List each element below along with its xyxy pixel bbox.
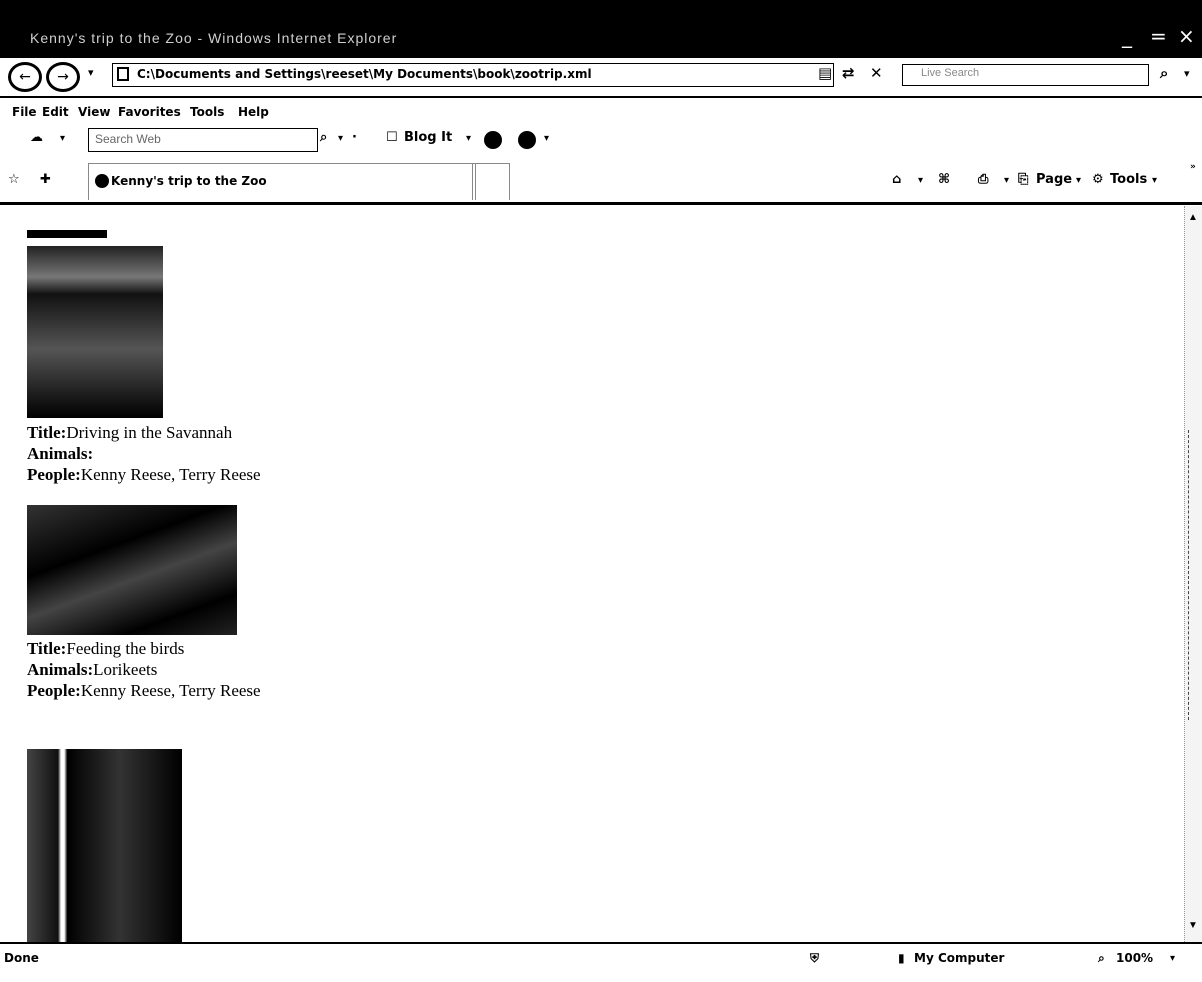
title-value: Feeding the birds (66, 639, 185, 658)
add-favorites-icon[interactable]: ✚ (40, 172, 51, 187)
back-button[interactable]: ← (8, 62, 42, 92)
page-icon: ⎘ (1018, 172, 1029, 187)
cropped-photo (27, 230, 107, 238)
search-options-icon[interactable]: ▾ (1184, 67, 1190, 80)
zoom-icon: ⌕ (1098, 951, 1105, 965)
entry-2: Title:Feeding the birds Animals:Lorikeet… (27, 638, 261, 701)
tab-kennys-trip[interactable]: Kenny's trip to the Zoo (88, 163, 476, 200)
scroll-down-icon[interactable]: ▼ (1188, 920, 1200, 932)
tools-gear-icon: ⚙ (1092, 172, 1104, 187)
web-search-placeholder: Search Web (95, 132, 161, 146)
entry-animals: Animals:Lorikeets (27, 659, 261, 680)
title-label: Title: (27, 639, 67, 658)
entry-1: Title:Driving in the Savannah Animals: P… (27, 422, 261, 485)
title-bar: Kenny's trip to the Zoo - Windows Intern… (0, 0, 1202, 58)
scrollbar-thumb[interactable] (1188, 430, 1202, 720)
page-menu-button[interactable]: Page (1036, 172, 1072, 187)
photo-feeding-birds (27, 505, 237, 635)
computer-zone-icon: ▮ (898, 951, 905, 965)
close-window-button[interactable]: × (1178, 24, 1195, 48)
entry-animals: Animals: (27, 443, 261, 464)
maximize-button[interactable]: = (1150, 24, 1167, 48)
print-icon[interactable]: ⎙ (978, 172, 988, 187)
history-dropdown-icon[interactable]: ▾ (88, 66, 94, 79)
menu-help[interactable]: Help (238, 105, 269, 119)
chevron-more-icon[interactable]: » (1190, 162, 1196, 172)
scroll-up-icon[interactable]: ▲ (1188, 212, 1200, 224)
back-arrow-icon: ← (19, 69, 31, 85)
print-dropdown-icon[interactable]: ▾ (1004, 175, 1009, 186)
tab-label: Kenny's trip to the Zoo (111, 174, 267, 188)
photo-driving-savannah (27, 246, 163, 418)
photo-entry-3 (27, 749, 182, 942)
live-search-placeholder: Live Search (921, 67, 980, 79)
menu-favorites[interactable]: Favorites (118, 105, 181, 119)
web-search-icon[interactable]: ⌕ (320, 130, 327, 145)
entry-title: Title:Driving in the Savannah (27, 422, 261, 443)
people-label: People: (27, 681, 81, 700)
tools-dropdown-icon[interactable]: ▾ (1152, 175, 1157, 186)
tab-page-icon (95, 174, 109, 188)
new-tab-button[interactable] (472, 163, 510, 200)
search-icon[interactable]: ⌕ (1160, 64, 1168, 82)
address-url: C:\Documents and Settings\reeset\My Docu… (137, 67, 592, 81)
blog-it-icon: ☐ (386, 130, 398, 145)
security-icon[interactable]: ⛨ (810, 951, 819, 966)
blog-it-button[interactable]: Blog It (404, 130, 452, 145)
toolbar-circle-icon[interactable] (484, 131, 502, 149)
tools-menu-button[interactable]: Tools (1110, 172, 1147, 187)
page-dropdown-icon[interactable]: ▾ (1076, 175, 1081, 186)
title-label: Title: (27, 423, 67, 442)
page-content: Title:Driving in the Savannah Animals: P… (0, 206, 1184, 942)
window-title: Kenny's trip to the Zoo - Windows Intern… (30, 30, 398, 46)
menu-tools[interactable]: Tools (190, 105, 224, 119)
people-label: People: (27, 465, 81, 484)
zone-text: My Computer (914, 951, 1005, 965)
favorites-center-icon[interactable]: ☆ (8, 172, 20, 187)
animals-value: Lorikeets (93, 660, 158, 679)
menu-file[interactable]: File (12, 105, 37, 119)
separator-icon: · (352, 130, 357, 145)
address-field[interactable]: C:\Documents and Settings\reeset\My Docu… (112, 63, 834, 87)
toolbar-help-icon[interactable] (518, 131, 536, 149)
forward-arrow-icon: → (57, 69, 69, 85)
forward-button[interactable]: → (46, 62, 80, 92)
xml-page-icon (117, 67, 129, 81)
people-value: Kenny Reese, Terry Reese (80, 465, 261, 484)
entry-people: People:Kenny Reese, Terry Reese (27, 680, 261, 701)
web-search-dropdown-icon[interactable]: ▾ (338, 133, 343, 144)
status-bar (0, 942, 1202, 982)
entry-people: People:Kenny Reese, Terry Reese (27, 464, 261, 485)
stop-icon[interactable]: ✕ (870, 64, 883, 82)
home-icon[interactable]: ⌂ (892, 172, 901, 187)
zoom-dropdown-icon[interactable]: ▾ (1170, 953, 1175, 964)
home-dropdown-icon[interactable]: ▾ (918, 175, 923, 186)
menu-view[interactable]: View (78, 105, 110, 119)
toolbar-dropdown-icon[interactable]: ▾ (60, 133, 65, 144)
status-text: Done (4, 951, 39, 965)
live-search-input[interactable]: Live Search (902, 64, 1149, 86)
web-search-input[interactable]: Search Web (88, 128, 318, 152)
toolbar-logo-icon[interactable]: ☁ (30, 130, 43, 145)
title-value: Driving in the Savannah (66, 423, 233, 442)
blog-it-dropdown-icon[interactable]: ▾ (466, 133, 471, 144)
toolbar-more-icon[interactable]: ▾ (544, 133, 549, 144)
feeds-icon[interactable]: ⌘ (938, 172, 950, 187)
animals-label: Animals: (27, 444, 94, 463)
menu-edit[interactable]: Edit (42, 105, 69, 119)
entry-title: Title:Feeding the birds (27, 638, 261, 659)
people-value: Kenny Reese, Terry Reese (80, 681, 261, 700)
minimize-button[interactable]: _ (1122, 24, 1132, 48)
animals-label: Animals: (27, 660, 94, 679)
compatibility-icon[interactable]: ▤ (818, 64, 832, 82)
refresh-icon[interactable]: ⇄ (842, 64, 855, 82)
zoom-level[interactable]: 100% (1116, 951, 1153, 965)
